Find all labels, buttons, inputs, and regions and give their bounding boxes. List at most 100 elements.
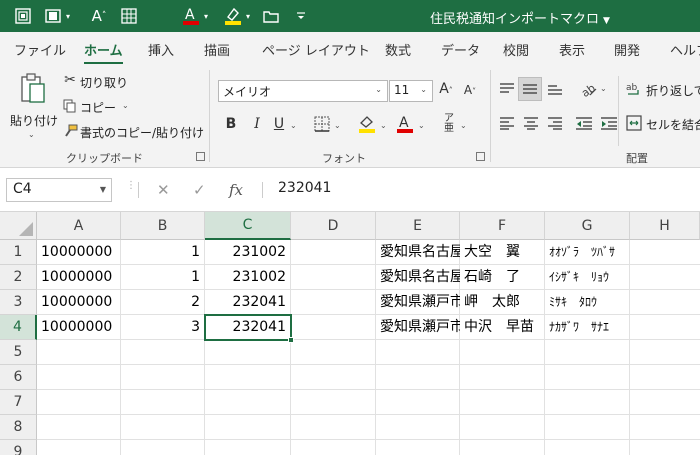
dialog-launcher-icon[interactable] xyxy=(476,152,485,161)
increase-indent-icon[interactable] xyxy=(600,116,618,130)
cell-f2[interactable]: 石崎 了 xyxy=(460,265,544,290)
cell-f3[interactable]: 岬 太郎 xyxy=(460,290,544,315)
align-top-icon[interactable] xyxy=(499,82,515,96)
column-header-h[interactable]: H xyxy=(630,212,700,240)
tab-review[interactable]: 校閲 xyxy=(503,40,529,59)
orientation-icon[interactable]: ab xyxy=(578,78,598,98)
chevron-down-icon[interactable]: ⌄ xyxy=(460,121,467,130)
cell-c1[interactable]: 231002 xyxy=(205,240,290,265)
cell-f4[interactable]: 中沢 早苗 xyxy=(460,315,544,340)
font-color-icon[interactable]: A xyxy=(396,114,414,134)
wrap-text-button[interactable]: ab 折り返して xyxy=(626,80,700,100)
cell-a1[interactable]: 10000000 xyxy=(37,240,120,265)
column-header-d[interactable]: D xyxy=(291,212,376,240)
active-cell-selection[interactable] xyxy=(204,314,294,343)
table-icon[interactable] xyxy=(118,6,140,26)
column-header-g[interactable]: G xyxy=(545,212,630,240)
tab-formulas[interactable]: 数式 xyxy=(385,40,411,59)
cell-e3[interactable]: 愛知県瀬戸市 xyxy=(376,290,460,315)
cell-c3[interactable]: 232041 xyxy=(205,290,290,315)
row-header-4[interactable]: 4 xyxy=(0,315,37,340)
cell-g4[interactable]: ﾅｶｻﾞﾜ ｻﾅｴ xyxy=(545,315,629,340)
cell-e1[interactable]: 愛知県名古屋 xyxy=(376,240,460,265)
font-size-select[interactable]: 11 ⌄ xyxy=(389,80,433,102)
chevron-down-icon[interactable]: ▼ xyxy=(100,185,106,194)
tab-data[interactable]: データ xyxy=(441,40,480,59)
align-right-icon[interactable] xyxy=(547,116,563,130)
row-header-3[interactable]: 3 xyxy=(0,290,37,315)
font-name-select[interactable]: メイリオ ⌄ xyxy=(218,80,388,102)
cell-c2[interactable]: 231002 xyxy=(205,265,290,290)
tab-developer[interactable]: 開発 xyxy=(614,40,640,59)
cell-g1[interactable]: ｵｵｿﾞﾗ ﾂﾊﾞｻ xyxy=(545,240,629,265)
customize-qat-icon[interactable] xyxy=(290,6,312,26)
cell-b2[interactable]: 1 xyxy=(121,265,204,290)
phonetic-guide-icon[interactable]: ア亜 xyxy=(438,114,460,134)
borders-icon[interactable] xyxy=(314,116,330,132)
fill-handle[interactable] xyxy=(288,337,294,343)
chevron-down-icon[interactable]: ⌄ xyxy=(418,121,425,130)
column-header-e[interactable]: E xyxy=(376,212,460,240)
cell-e2[interactable]: 愛知県名古屋 xyxy=(376,265,460,290)
increase-font-size-icon[interactable]: A˄ xyxy=(436,81,456,97)
cell-b1[interactable]: 1 xyxy=(121,240,204,265)
row-header-1[interactable]: 1 xyxy=(0,240,37,265)
insert-function-icon[interactable]: fx xyxy=(229,181,243,199)
tab-draw[interactable]: 描画 xyxy=(204,40,230,59)
cell-g3[interactable]: ﾐｻｷ ﾀﾛｳ xyxy=(545,290,629,315)
decrease-indent-icon[interactable] xyxy=(575,116,593,130)
tab-home[interactable]: ホーム xyxy=(84,40,123,65)
cell-g2[interactable]: ｲｼｻﾞｷ ﾘｮｳ xyxy=(545,265,629,290)
formula-input[interactable]: 232041 xyxy=(278,180,331,196)
chevron-down-icon[interactable]: ⌄ xyxy=(600,84,607,93)
chevron-down-icon[interactable]: ▾ xyxy=(62,6,74,26)
chevron-down-icon[interactable]: ⌄ xyxy=(334,121,341,130)
cell-a4[interactable]: 10000000 xyxy=(37,315,120,340)
chevron-down-icon[interactable]: ▾ xyxy=(200,6,212,26)
chevron-down-icon[interactable]: ⌄ xyxy=(290,121,297,130)
name-box[interactable]: C4 ▼ xyxy=(6,178,112,202)
column-header-b[interactable]: B xyxy=(121,212,205,240)
cut-button[interactable]: ✂ 切り取り xyxy=(62,72,142,92)
underline-button[interactable]: U xyxy=(272,116,286,132)
cell-b3[interactable]: 2 xyxy=(121,290,204,315)
tab-insert[interactable]: 挿入 xyxy=(148,40,174,59)
align-bottom-icon[interactable] xyxy=(547,82,563,96)
highlight-icon[interactable] xyxy=(222,6,244,26)
font-color-icon[interactable]: A xyxy=(180,6,202,26)
row-header-5[interactable]: 5 xyxy=(0,340,37,365)
align-middle-button[interactable] xyxy=(518,77,542,101)
copy-button[interactable]: コピー ⌄ xyxy=(62,97,152,117)
format-painter-button[interactable]: 書式のコピー/貼り付け xyxy=(62,122,204,142)
align-left-icon[interactable] xyxy=(499,116,515,130)
select-all-button[interactable] xyxy=(0,212,37,240)
enter-icon[interactable]: ✓ xyxy=(193,181,206,199)
column-header-f[interactable]: F xyxy=(460,212,545,240)
chevron-down-icon[interactable]: ⌄ xyxy=(380,121,387,130)
cell-f1[interactable]: 大空 翼 xyxy=(460,240,544,265)
tab-file[interactable]: ファイル xyxy=(14,40,66,59)
tab-page-layout[interactable]: ページ レイアウト xyxy=(262,40,370,59)
tab-view[interactable]: 表示 xyxy=(559,40,585,59)
cell-b4[interactable]: 3 xyxy=(121,315,204,340)
row-header-8[interactable]: 8 xyxy=(0,415,37,440)
bold-button[interactable]: B xyxy=(224,116,238,132)
row-header-6[interactable]: 6 xyxy=(0,365,37,390)
sheet-view-icon[interactable] xyxy=(12,6,34,26)
row-header-7[interactable]: 7 xyxy=(0,390,37,415)
row-header-2[interactable]: 2 xyxy=(0,265,37,290)
italic-button[interactable]: I xyxy=(250,116,264,132)
cancel-icon[interactable]: ✕ xyxy=(157,181,170,199)
align-center-icon[interactable] xyxy=(523,116,539,130)
tab-help[interactable]: ヘルプ xyxy=(670,40,700,59)
row-header-9[interactable]: 9 xyxy=(0,440,37,455)
font-size-increase-icon[interactable]: A ˄ xyxy=(86,6,112,26)
decrease-font-size-icon[interactable]: A˅ xyxy=(460,83,480,97)
merge-center-button[interactable]: セルを結合 xyxy=(626,114,700,134)
folder-icon[interactable] xyxy=(260,6,282,26)
chevron-down-icon[interactable]: ▾ xyxy=(242,6,254,26)
fill-color-icon[interactable] xyxy=(358,114,376,134)
column-header-c[interactable]: C xyxy=(205,212,291,240)
cell-a3[interactable]: 10000000 xyxy=(37,290,120,315)
cell-a2[interactable]: 10000000 xyxy=(37,265,120,290)
